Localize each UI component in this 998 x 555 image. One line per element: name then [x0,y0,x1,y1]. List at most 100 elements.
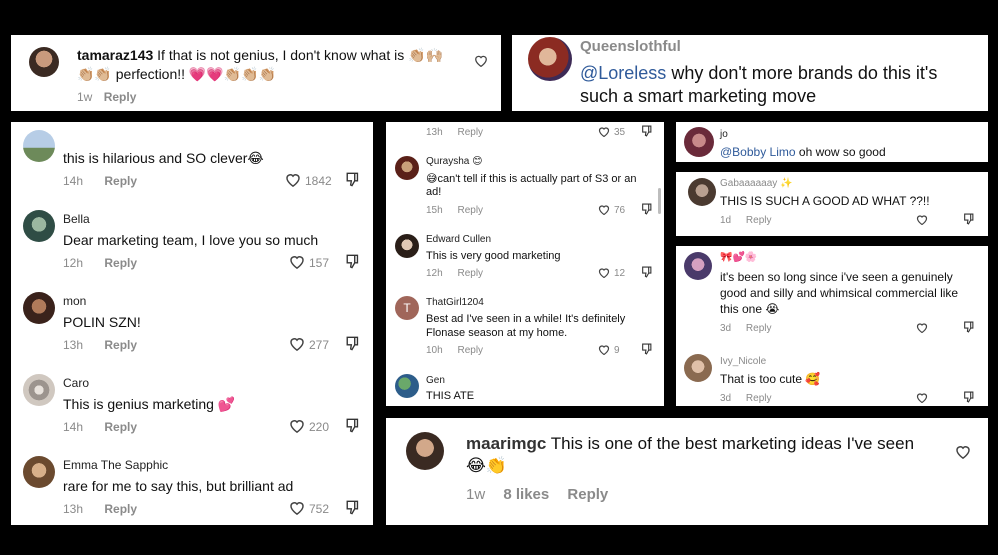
avatar[interactable] [23,456,55,488]
timestamp: 12h [426,268,443,279]
avatar[interactable] [684,354,712,382]
comment-text: Dear marketing team, I love you so much [63,232,319,248]
avatar[interactable]: T [395,296,419,320]
dislike-icon[interactable] [641,266,652,278]
reply-button[interactable]: Reply [104,174,137,188]
like-count: 8 likes [503,486,550,503]
heart-icon[interactable] [289,336,305,351]
dislike-icon[interactable] [963,213,974,225]
mention-link[interactable]: @Bobby Limo [720,145,796,159]
username[interactable]: maarimgc [466,434,546,453]
like-count: 76 [614,205,626,216]
dislike-icon[interactable] [345,500,359,515]
commenter-name[interactable]: Bella [63,212,90,226]
dislike-icon[interactable] [641,125,652,137]
avatar-initial: T [403,301,411,315]
commenter-name[interactable]: Gabaaaaaay [720,178,777,189]
reply-button[interactable]: Reply [104,338,137,352]
avatar[interactable] [23,374,55,406]
heart-icon[interactable] [285,172,301,187]
reply-button[interactable]: Reply [104,256,137,270]
timestamp: 1d [720,215,732,226]
comment-text: oh wow so good [798,145,886,159]
heart-icon[interactable] [289,418,305,433]
dislike-icon[interactable] [345,172,359,187]
avatar[interactable] [395,156,419,180]
reply-button[interactable]: Reply [746,393,772,404]
commenter-name[interactable]: Edward Cullen [426,234,491,245]
dislike-icon[interactable] [345,418,359,433]
username[interactable]: tamaraz143 [77,47,153,63]
emoji: 👏🏼🙌🏼 [408,48,443,64]
like-count: 1842 [305,174,332,188]
timestamp: 10h [426,345,443,356]
comment-text: This is very good marketing [426,250,561,262]
commenter-name[interactable]: Caro [63,376,89,390]
comment-card-maarimgc: maarimgc This is one of the best marketi… [386,418,988,525]
comment-text-line2: good and silly and whimsical commercial … [720,286,959,300]
avatar[interactable] [684,252,712,280]
emoji: 😂👏 [466,456,508,476]
comment-text: POLIN SZN! [63,314,141,330]
heart-icon[interactable] [289,254,305,269]
mention-link[interactable]: @Loreless [580,63,666,83]
reply-button[interactable]: Reply [457,127,483,138]
name-emoji[interactable]: 🎀💕🌸 [720,252,757,263]
commenter-name[interactable]: ThatGirl1204 [426,297,484,308]
dislike-icon[interactable] [963,321,974,333]
heart-icon[interactable] [598,267,610,278]
emoji: 🥰 [805,372,821,386]
avatar[interactable] [395,374,419,398]
timestamp: 15h [426,205,443,216]
reply-button[interactable]: Reply [746,215,772,226]
commenter-name[interactable]: Quraysha [426,156,469,167]
timestamp: 14h [63,420,84,434]
reply-button[interactable]: Reply [104,420,137,434]
dislike-icon[interactable] [963,391,974,403]
heart-icon[interactable] [289,500,305,515]
heart-icon[interactable] [598,204,610,215]
timestamp: 13h [63,338,84,352]
avatar[interactable] [395,234,419,258]
heart-icon[interactable] [916,322,928,333]
reply-button[interactable]: Reply [457,268,483,279]
heart-icon[interactable] [474,54,488,67]
heart-icon[interactable] [955,444,971,459]
avatar[interactable] [29,47,59,77]
avatar[interactable] [23,292,55,324]
avatar[interactable] [406,432,444,470]
reply-button[interactable]: Reply [567,486,608,503]
username[interactable]: Queenslothful [580,38,681,55]
comments-panel-right: 🎀💕🌸 it's been so long since i've seen a … [676,246,988,406]
avatar[interactable] [684,127,714,157]
reply-button[interactable]: Reply [104,502,137,516]
avatar[interactable] [23,130,55,162]
commenter-name[interactable]: Gen [426,375,445,386]
timestamp: 1w [466,486,486,503]
timestamp: 13h [63,502,84,516]
commenter-name[interactable]: Ivy_Nicole [720,356,766,367]
dislike-icon[interactable] [345,254,359,269]
heart-icon[interactable] [598,344,610,355]
commenter-name[interactable]: Emma The Sapphic [63,458,168,472]
emoji: 💗💗👏🏼👏🏼👏🏼 [188,67,277,83]
reply-button[interactable]: Reply [104,90,137,104]
comments-panel-left: this is hilarious and SO clever😂 14h Rep… [11,122,373,525]
reply-button[interactable]: Reply [457,205,483,216]
reply-button[interactable]: Reply [746,323,772,334]
heart-icon[interactable] [598,126,610,137]
scrollbar[interactable] [658,188,661,214]
avatar[interactable] [528,37,572,81]
avatar[interactable] [23,210,55,242]
dislike-icon[interactable] [641,343,652,355]
comment-text-line3: this one [720,302,763,316]
dislike-icon[interactable] [641,203,652,215]
reply-button[interactable]: Reply [457,345,483,356]
like-count: 752 [309,502,330,516]
heart-icon[interactable] [916,214,928,225]
avatar[interactable] [688,178,716,206]
commenter-name[interactable]: jo [720,129,728,140]
heart-icon[interactable] [916,392,928,403]
commenter-name[interactable]: mon [63,294,86,308]
dislike-icon[interactable] [345,336,359,351]
